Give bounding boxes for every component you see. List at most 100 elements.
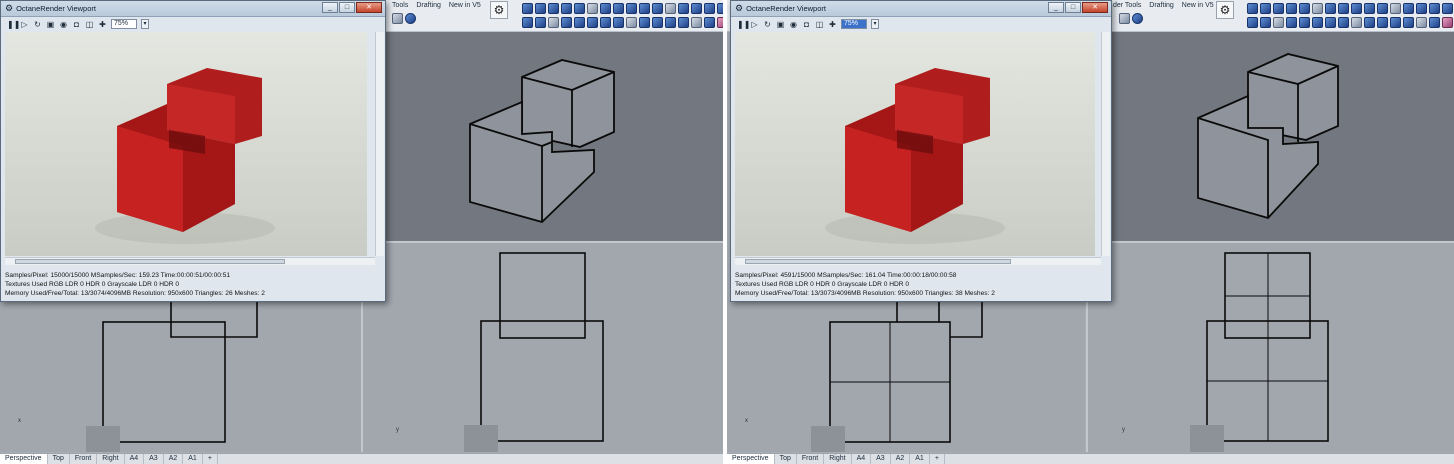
solid-icon[interactable] [639, 17, 650, 28]
toolbar-tab[interactable]: Drafting [416, 2, 441, 12]
solid-icon[interactable] [1286, 17, 1297, 28]
vertical-scrollbar[interactable] [1101, 32, 1110, 256]
front-viewport[interactable]: y [1088, 243, 1454, 452]
tab-a3[interactable]: A3 [144, 454, 164, 464]
maximize-icon[interactable]: □ [1065, 2, 1081, 13]
solid-icon[interactable] [1390, 17, 1401, 28]
solid-icon[interactable] [1312, 17, 1323, 28]
solid-icon[interactable] [587, 3, 598, 14]
solid-icon[interactable] [1273, 17, 1284, 28]
solid-icon[interactable] [626, 3, 637, 14]
solid-icon[interactable] [574, 17, 585, 28]
render-settings-icon[interactable]: ◉ [789, 20, 798, 29]
cylinder-icon[interactable] [1286, 3, 1297, 14]
solid-icon[interactable] [1416, 3, 1427, 14]
toolbar-tab[interactable]: Tools [392, 2, 408, 12]
region-icon[interactable]: ◫ [85, 20, 94, 29]
solid-icon[interactable] [522, 17, 533, 28]
solid-icon[interactable] [561, 17, 572, 28]
solid-icon[interactable] [1442, 3, 1453, 14]
maximize-icon[interactable]: □ [339, 2, 355, 13]
help-icon[interactable] [405, 13, 416, 24]
perspective-viewport[interactable] [1088, 32, 1454, 241]
horizontal-scrollbar[interactable] [5, 257, 375, 265]
solid-icon[interactable] [665, 17, 676, 28]
cylinder-icon[interactable] [561, 3, 572, 14]
toolbar-tab[interactable]: der Tools [1113, 2, 1141, 12]
solid-icon[interactable] [600, 17, 611, 28]
sphere-icon[interactable] [522, 3, 533, 14]
zoom-field[interactable]: 75% [841, 19, 867, 29]
solid-icon[interactable] [678, 3, 689, 14]
render-settings-icon[interactable]: ◉ [59, 20, 68, 29]
solid-icon[interactable] [1338, 3, 1349, 14]
solid-icon[interactable] [691, 3, 702, 14]
refresh-icon[interactable]: ↻ [763, 20, 772, 29]
solid-icon[interactable] [1364, 17, 1375, 28]
solid-icon[interactable] [1299, 3, 1310, 14]
toolbar-tab[interactable]: New in V5 [1182, 2, 1214, 12]
solid-icon[interactable] [1390, 3, 1401, 14]
pause-icon[interactable]: ❚❚ [737, 20, 750, 29]
tab-a4[interactable]: A4 [852, 454, 872, 464]
focus-icon[interactable]: ✚ [828, 20, 837, 29]
tab-perspective[interactable]: Perspective [727, 454, 775, 464]
camera-icon[interactable]: ◘ [72, 20, 81, 29]
solid-icon[interactable] [691, 17, 702, 28]
solid-icon[interactable] [1377, 3, 1388, 14]
solid-icon[interactable] [652, 17, 663, 28]
solid-icon[interactable] [587, 17, 598, 28]
perspective-viewport[interactable] [362, 32, 723, 241]
solid-icon[interactable] [1325, 3, 1336, 14]
chevron-down-icon[interactable]: ▾ [871, 19, 879, 29]
solid-icon[interactable] [704, 17, 715, 28]
top-viewport[interactable]: x [0, 300, 361, 452]
play-icon[interactable]: ▷ [750, 20, 759, 29]
horizontal-scrollbar[interactable] [735, 257, 1101, 265]
minimize-icon[interactable]: _ [1048, 2, 1064, 13]
solid-icon[interactable] [535, 3, 546, 14]
minimize-icon[interactable]: _ [322, 2, 338, 13]
top-viewport[interactable]: x [727, 300, 1085, 452]
lock-icon[interactable]: ▣ [46, 20, 55, 29]
solid-icon[interactable] [1429, 3, 1440, 14]
gear-icon[interactable]: ⚙ [490, 1, 508, 19]
solid-icon[interactable] [1364, 3, 1375, 14]
add-tab-button[interactable]: + [203, 454, 218, 464]
tab-a3[interactable]: A3 [871, 454, 891, 464]
camera-icon[interactable]: ◘ [802, 20, 811, 29]
scroll-thumb[interactable] [745, 259, 1011, 264]
scroll-thumb[interactable] [15, 259, 285, 264]
close-icon[interactable]: ✕ [1082, 2, 1108, 13]
solid-icon[interactable] [626, 17, 637, 28]
dimension-icon[interactable] [1119, 13, 1130, 24]
tab-a1[interactable]: A1 [183, 454, 203, 464]
front-viewport[interactable]: y [363, 243, 723, 452]
toolbar-tab[interactable]: Drafting [1149, 2, 1174, 12]
solid-icon[interactable] [1338, 17, 1349, 28]
octane-window[interactable]: ⚙ OctaneRender Viewport _ □ ✕ ❚❚ ▷ ↻ ▣ ◉… [0, 0, 386, 302]
solid-icon[interactable] [600, 3, 611, 14]
solid-icon[interactable] [704, 3, 715, 14]
solid-icon[interactable] [1351, 3, 1362, 14]
solid-icon[interactable] [1377, 17, 1388, 28]
solid-icon[interactable] [1260, 3, 1271, 14]
tab-a2[interactable]: A2 [891, 454, 911, 464]
tab-front[interactable]: Front [70, 454, 98, 464]
box-icon[interactable] [548, 3, 559, 14]
gear-icon[interactable]: ⚙ [1216, 1, 1234, 19]
octane-window[interactable]: ⚙ OctaneRender Viewport _ □ ✕ ❚❚ ▷ ↻ ▣ ◉… [730, 0, 1112, 302]
zoom-field[interactable]: 75% [111, 19, 137, 29]
chevron-down-icon[interactable]: ▾ [141, 19, 149, 29]
region-icon[interactable]: ◫ [815, 20, 824, 29]
solid-icon[interactable] [639, 3, 650, 14]
solid-icon[interactable] [1429, 17, 1440, 28]
solid-icon[interactable] [1403, 3, 1414, 14]
add-tab-button[interactable]: + [930, 454, 945, 464]
solid-icon[interactable] [613, 17, 624, 28]
sphere-icon[interactable] [1247, 3, 1258, 14]
solid-icon[interactable] [652, 3, 663, 14]
pause-icon[interactable]: ❚❚ [7, 20, 20, 29]
tab-a2[interactable]: A2 [164, 454, 184, 464]
tab-perspective[interactable]: Perspective [0, 454, 48, 464]
